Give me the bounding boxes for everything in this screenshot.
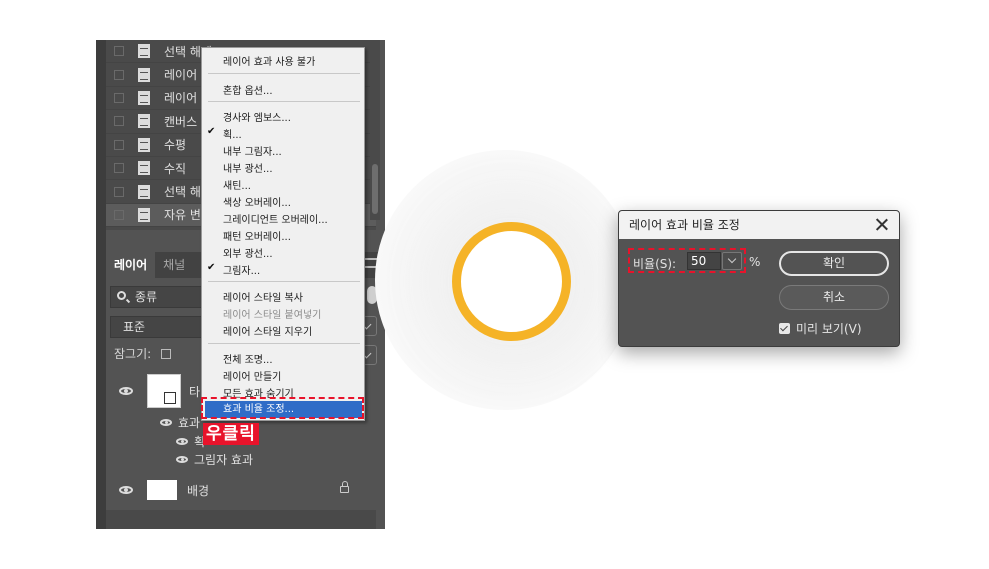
history-checkbox[interactable] xyxy=(114,69,124,80)
check-icon: ✔ xyxy=(207,126,216,137)
menu-item-blending-options[interactable]: 혼합 옵션... xyxy=(223,82,273,97)
preview-checkbox[interactable]: 미리 보기(V) xyxy=(779,320,862,337)
history-item-label: 레이어 xyxy=(164,68,198,83)
brand-logo-ring xyxy=(452,222,571,341)
document-icon xyxy=(138,137,150,152)
dialog-titlebar: 레이어 효과 비율 조정 xyxy=(619,211,899,239)
ok-button[interactable]: 확인 xyxy=(779,251,889,276)
layer-filter-label: 종류 xyxy=(135,290,158,304)
highlight-outline xyxy=(628,248,746,273)
document-icon xyxy=(138,184,150,199)
menu-item-label: 획... xyxy=(223,130,242,141)
history-checkbox[interactable] xyxy=(114,163,124,174)
scale-unit: % xyxy=(749,255,761,269)
menu-item-gradient-overlay[interactable]: 그레이디언트 오버레이... xyxy=(223,211,328,226)
document-icon xyxy=(138,90,150,105)
history-item-label: 수직 xyxy=(164,161,187,176)
check-icon: ✔ xyxy=(207,262,216,273)
eye-icon[interactable] xyxy=(176,456,188,463)
effects-label: 효과 xyxy=(178,416,201,430)
lock-icon xyxy=(340,481,349,493)
document-icon xyxy=(138,67,150,82)
menu-item-pattern-overlay[interactable]: 패턴 오버레이... xyxy=(223,228,291,243)
blend-mode-value: 표준 xyxy=(123,320,146,334)
effect-row-shadow[interactable]: 그림자 효과 xyxy=(176,451,253,468)
scale-effects-dialog: 레이어 효과 비율 조정 비율(S): 50 % 확인 취소 미리 보기(V) xyxy=(618,210,900,347)
menu-item-disable-effects[interactable]: 레이어 효과 사용 불가 xyxy=(223,53,315,68)
layer-name: 타 xyxy=(189,384,201,399)
history-item-label: 선택 해 xyxy=(164,185,201,200)
menu-item-paste-style: 레이어 스타일 붙여넣기 xyxy=(223,310,322,321)
lock-label: 잠그기: xyxy=(114,347,152,361)
right-click-annotation: 우클릭 xyxy=(203,423,259,445)
history-item-label: 레이어 xyxy=(164,91,198,106)
history-item-label: 캔버스 xyxy=(164,114,198,129)
close-icon[interactable] xyxy=(875,217,889,231)
menu-item-drop-shadow[interactable]: ✔ 그림자... xyxy=(207,262,261,277)
history-checkbox[interactable] xyxy=(114,186,124,197)
highlight-outline xyxy=(201,397,364,419)
layers-footer xyxy=(106,510,376,529)
menu-separator xyxy=(208,101,360,102)
effects-row[interactable]: 효과 xyxy=(160,414,200,431)
checkbox-checked-icon[interactable] xyxy=(779,323,790,334)
tab-layers[interactable]: 레이어 xyxy=(106,252,156,278)
lock-transparent-icon[interactable] xyxy=(161,349,171,359)
menu-item-color-overlay[interactable]: 색상 오버레이... xyxy=(223,194,291,209)
menu-item-stroke[interactable]: ✔ 획... xyxy=(207,126,242,141)
layer-thumbnail xyxy=(147,480,177,500)
lock-row: 잠그기: xyxy=(114,345,171,362)
menu-item-outer-glow[interactable]: 외부 광선... xyxy=(223,245,273,260)
effect-row-stroke[interactable]: 획 xyxy=(176,433,205,450)
layer-filter-kind[interactable]: 종류 xyxy=(110,286,208,308)
blend-mode-select[interactable]: 표준 xyxy=(110,316,204,338)
menu-item-label: 그림자... xyxy=(223,266,261,277)
menu-item-satin[interactable]: 새틴... xyxy=(223,177,251,192)
tab-channels[interactable]: 채널 xyxy=(155,252,193,278)
menu-separator xyxy=(208,343,360,344)
eye-icon[interactable] xyxy=(119,486,133,494)
history-checkbox[interactable] xyxy=(114,116,124,127)
history-checkbox[interactable] xyxy=(114,46,124,57)
document-icon xyxy=(138,114,150,129)
search-icon xyxy=(117,291,126,300)
menu-item-inner-shadow[interactable]: 내부 그림자... xyxy=(223,143,282,158)
layer-name: 배경 xyxy=(187,483,210,498)
document-icon xyxy=(138,161,150,176)
menu-separator xyxy=(208,73,360,74)
cancel-button[interactable]: 취소 xyxy=(779,285,889,310)
document-icon xyxy=(138,44,150,59)
layer-row-background[interactable]: 배경 xyxy=(106,480,366,500)
history-checkbox[interactable] xyxy=(114,209,124,220)
menu-item-copy-style[interactable]: 레이어 스타일 복사 xyxy=(223,289,303,304)
eye-icon[interactable] xyxy=(160,419,172,426)
effect-label: 그림자 효과 xyxy=(194,453,254,467)
layer-effects-context-menu: 레이어 효과 사용 불가 혼합 옵션... 경사와 엠보스... ✔ 획... 내… xyxy=(201,47,365,421)
menu-separator xyxy=(208,281,360,282)
history-checkbox[interactable] xyxy=(114,92,124,103)
history-item-label: 자유 변 xyxy=(164,208,201,223)
preview-label: 미리 보기(V) xyxy=(796,322,862,336)
panel-edge xyxy=(96,40,106,529)
menu-item-create-layers[interactable]: 레이어 만들기 xyxy=(223,368,281,383)
document-icon xyxy=(138,207,150,222)
history-scroll-thumb[interactable] xyxy=(372,164,378,214)
history-item-label: 수평 xyxy=(164,138,187,153)
history-checkbox[interactable] xyxy=(114,139,124,150)
eye-icon[interactable] xyxy=(119,387,133,395)
dialog-title: 레이어 효과 비율 조정 xyxy=(629,218,740,232)
menu-item-inner-glow[interactable]: 내부 광선... xyxy=(223,160,273,175)
menu-item-clear-style[interactable]: 레이어 스타일 지우기 xyxy=(223,323,312,338)
eye-icon[interactable] xyxy=(176,438,188,445)
layer-thumbnail xyxy=(147,374,181,408)
menu-item-global-light[interactable]: 전체 조명... xyxy=(223,351,273,366)
menu-item-bevel-emboss[interactable]: 경사와 엠보스... xyxy=(223,109,291,124)
